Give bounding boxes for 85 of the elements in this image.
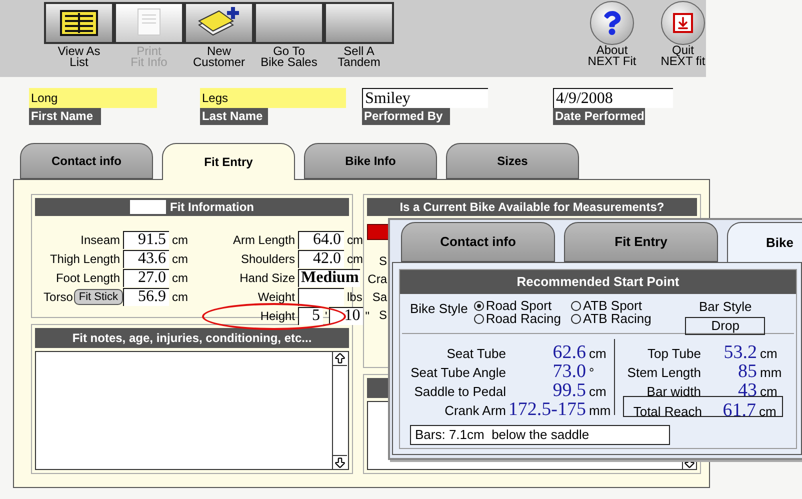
field-label: Cra (368, 272, 387, 287)
field-label: Date Performed (553, 108, 645, 125)
radio-option[interactable]: ATB Sport (570, 299, 652, 312)
field-label: Height (260, 308, 295, 324)
radio-option[interactable]: Road Sport (474, 299, 561, 312)
note-field: Bars: 7.1cm below the saddle (410, 425, 670, 445)
measurement-field[interactable]: 27.0 (123, 268, 169, 286)
field-label: Top Tube (646, 345, 701, 363)
height-feet-field[interactable]: 5 (298, 306, 323, 324)
unit-label: ' (324, 308, 328, 324)
list-icon (60, 10, 98, 36)
field-label: Last Name (200, 108, 268, 125)
field-label: Bike Style (410, 300, 468, 318)
radio-option[interactable]: ATB Racing (570, 312, 652, 325)
text-field[interactable]: Long (29, 88, 157, 108)
field-label: Performed By (362, 108, 450, 125)
measurement-field[interactable]: 43.6 (123, 250, 169, 268)
field-label: Shoulders (240, 250, 295, 268)
measurement-field[interactable]: 42.0 (298, 250, 344, 268)
field-label: Stem Length (626, 364, 701, 382)
field-label: Weight (258, 288, 295, 306)
unit-label: mm (588, 402, 610, 420)
app-button[interactable]: Quit NEXT fit (660, 1, 706, 77)
field-label: Seat Tube (446, 345, 506, 363)
unit-label: cm (171, 232, 188, 248)
field-label: Foot Length (56, 270, 120, 286)
tab[interactable]: Bike (727, 222, 802, 262)
measurement-field[interactable]: 91.5 (123, 230, 169, 248)
field-label: Bar width (646, 383, 701, 401)
field-label: S (378, 254, 387, 269)
radio-button[interactable] (474, 314, 484, 324)
unit-label: cm (171, 270, 188, 286)
tab[interactable]: Contact info (401, 222, 555, 262)
panel-title: Fit Information (170, 199, 254, 216)
unit-label: cm (759, 383, 778, 401)
unit-label: cm (171, 250, 188, 268)
field-label: Sa (372, 290, 387, 305)
title-patch (130, 200, 166, 214)
field-label: S (378, 308, 387, 323)
measurement-field[interactable]: Medium (298, 268, 360, 286)
tab[interactable]: Fit Entry (564, 222, 718, 262)
text-field[interactable]: Legs (200, 88, 346, 108)
unit-label: ° (588, 364, 596, 382)
field-label: Bar Style (699, 298, 752, 316)
field-label: Torso (44, 288, 73, 306)
help-icon (590, 1, 634, 45)
radio-button[interactable] (570, 300, 581, 310)
field-label: Arm Length (232, 232, 295, 248)
app-button[interactable]: About NEXT Fit (589, 1, 635, 77)
unit-label: cm (759, 345, 778, 363)
unit-label: " (364, 308, 371, 324)
panel-title: Fit notes, age, injuries, conditioning, etc... (72, 330, 312, 347)
unit-label: cm (758, 403, 778, 421)
text-field[interactable]: Smiley (362, 88, 488, 108)
radio-button[interactable] (570, 314, 581, 324)
text-field[interactable]: 4/9/2008 (553, 88, 673, 108)
field-label: First Name (29, 108, 101, 125)
panel-title: Recommended Start Point (516, 273, 680, 292)
tab[interactable]: Bike Info (304, 143, 437, 179)
height-inches-field[interactable]: 10 (329, 306, 364, 324)
panel-title: Is a Current Bike Available for Measurements? (400, 199, 664, 216)
measurement-field[interactable] (298, 288, 344, 306)
measurement-field[interactable]: 56.9 (123, 288, 169, 306)
tab[interactable]: Fit Entry (162, 143, 295, 180)
unit-label: mm (759, 364, 783, 382)
tab[interactable]: Contact info (20, 143, 153, 179)
measurement-field[interactable]: 64.0 (298, 230, 344, 248)
field-label: Seat Tube Angle (410, 364, 506, 382)
tab[interactable]: Sizes (446, 143, 579, 179)
unit-label: cm (588, 345, 608, 363)
unit-label: cm (171, 288, 188, 306)
field-label: Saddle to Pedal (413, 383, 506, 401)
field-label: Thigh Length (50, 250, 120, 268)
unit-label: cm (346, 232, 363, 248)
field-label: Crank Arm (444, 402, 506, 420)
unit-label: lbs (346, 288, 362, 306)
field-label: Hand Size (240, 270, 295, 286)
field-label: Total Reach (632, 403, 702, 421)
radio-button[interactable] (474, 300, 484, 310)
unit-label: cm (346, 250, 363, 268)
field-label: Inseam (80, 232, 120, 248)
radio-option[interactable]: Road Racing (474, 312, 561, 325)
unit-label: cm (588, 383, 608, 401)
bar-style-field[interactable]: Drop (685, 316, 766, 334)
fit-stick-button[interactable]: Fit Stick (74, 288, 123, 304)
